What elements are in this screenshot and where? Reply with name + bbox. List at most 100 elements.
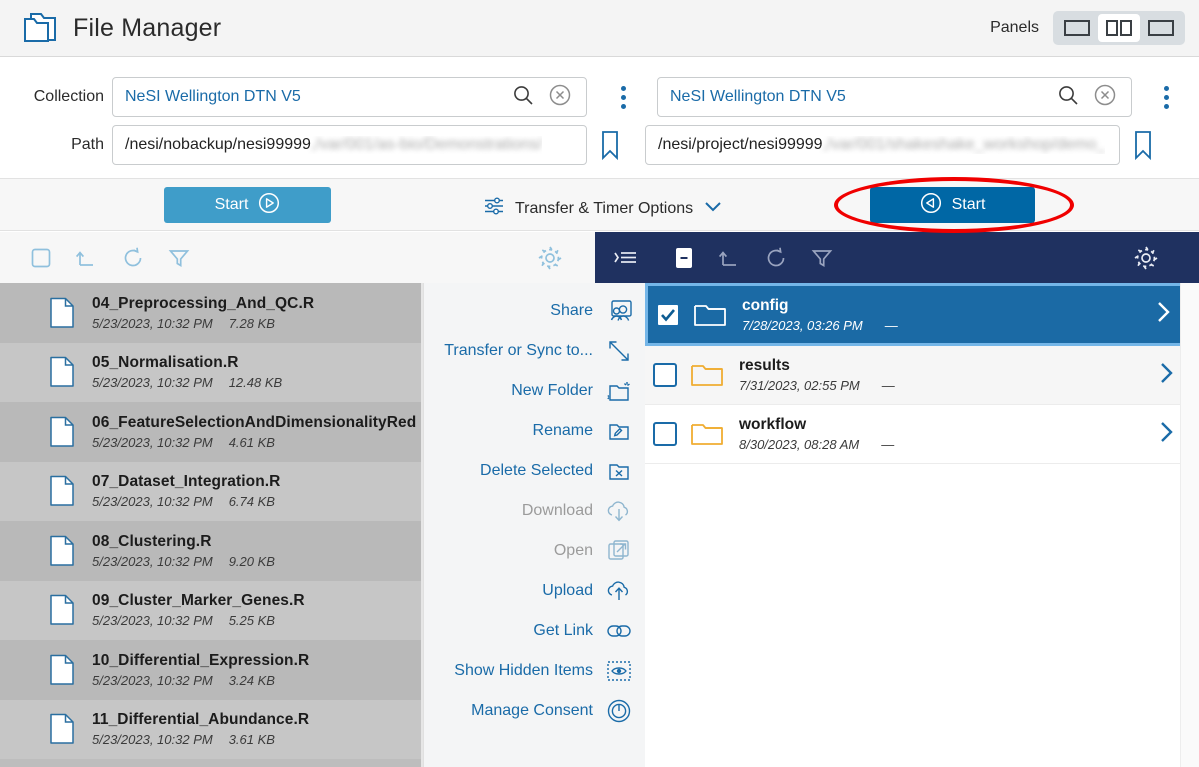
menu-item-get-link[interactable]: Get Link [424, 611, 645, 651]
play-circle-left-icon [920, 192, 942, 219]
left-filter-button[interactable] [156, 246, 202, 270]
right-path-redacted: ,/var/001/shakeshake_workshop/demo_ [823, 136, 1106, 153]
row-checkbox[interactable] [653, 363, 677, 387]
folder-icon [17, 8, 61, 48]
chevron-down-icon [703, 199, 723, 218]
left-refresh-button[interactable] [110, 246, 156, 270]
menu-item-open: Open [424, 531, 645, 571]
table-row[interactable]: 08_Clustering.R5/23/2023, 10:32 PM9.20 K… [0, 521, 421, 581]
table-row[interactable]: 05_Normalisation.R5/23/2023, 10:32 PM12.… [0, 343, 421, 403]
page-title: File Manager [73, 14, 221, 43]
menu-item-rename[interactable]: Rename [424, 411, 645, 451]
list-item[interactable]: results7/31/2023, 02:55 PM— [645, 346, 1199, 405]
row-checkbox[interactable] [653, 422, 677, 446]
menu-item-label: Show Hidden Items [454, 662, 593, 680]
play-circle-icon [258, 192, 280, 219]
item-name: results [739, 357, 790, 374]
right-settings-gear-icon[interactable] [1123, 244, 1169, 272]
link-icon [605, 617, 633, 645]
table-row[interactable]: 06_FeatureSelectionAndDimensionalityRed5… [0, 402, 421, 462]
menu-item-share[interactable]: Share [424, 291, 645, 331]
file-size: 3.24 KB [229, 673, 275, 688]
list-item[interactable]: config7/28/2023, 03:26 PM— [645, 283, 1199, 346]
table-row[interactable]: 11_Differential_Abundance.R5/23/2023, 10… [0, 700, 421, 760]
table-row[interactable]: 04_Preprocessing_And_QC.R5/23/2023, 10:3… [0, 283, 421, 343]
file-icon [44, 475, 80, 507]
right-file-list[interactable]: config7/28/2023, 03:26 PM—results7/31/20… [645, 283, 1199, 767]
left-start-button[interactable]: Start [164, 187, 331, 223]
menu-item-new-folder[interactable]: New Folder [424, 371, 645, 411]
transfer-timer-options-button[interactable]: Transfer & Timer Options [483, 195, 723, 222]
right-filter-button[interactable] [799, 246, 845, 270]
transfer-action-band: Start Transfer & Timer Options S [0, 178, 1199, 231]
menu-item-upload[interactable]: Upload [424, 571, 645, 611]
panel-mode-single-left-button[interactable] [1056, 14, 1098, 42]
left-select-all-checkbox[interactable] [18, 246, 64, 270]
chevron-right-icon[interactable] [1157, 419, 1177, 450]
item-date: 7/28/2023, 03:26 PM [742, 318, 863, 333]
cloud-upload-icon [605, 577, 633, 605]
left-collection-input[interactable]: NeSI Wellington DTN V5 [112, 77, 587, 117]
delete-x-icon [605, 457, 633, 485]
item-date: 8/30/2023, 08:28 AM [739, 437, 859, 452]
file-date: 5/23/2023, 10:32 PM [92, 554, 213, 569]
right-start-button[interactable]: Start [870, 187, 1035, 223]
table-row[interactable]: 10_Differential_Expression.R5/23/2023, 1… [0, 640, 421, 700]
panel-mode-single-right-button[interactable] [1140, 14, 1182, 42]
transfer-timer-options-label: Transfer & Timer Options [515, 200, 693, 218]
folder-icon [690, 301, 730, 329]
right-list-scrollbar[interactable] [1180, 283, 1199, 767]
menu-item-label: New Folder [511, 382, 593, 400]
left-bookmark-icon[interactable] [597, 129, 623, 161]
panels-toggle-group [1053, 11, 1185, 45]
file-size: 6.74 KB [229, 494, 275, 509]
right-up-directory-button[interactable] [707, 246, 753, 270]
menu-item-label: Open [554, 542, 593, 560]
left-settings-gear-icon[interactable] [527, 244, 573, 272]
chevron-right-icon[interactable] [1157, 360, 1177, 391]
left-collection-value: NeSI Wellington DTN V5 [113, 88, 301, 106]
menu-item-label: Manage Consent [471, 702, 593, 720]
right-refresh-button[interactable] [753, 246, 799, 270]
power-icon [605, 697, 633, 725]
file-icon [44, 654, 80, 686]
left-panel-toolbar [0, 232, 595, 283]
item-size: — [885, 318, 898, 333]
chevron-right-icon[interactable] [1154, 299, 1174, 330]
left-path-input[interactable]: /nesi/nobackup/nesi99999,/var/001/as-bio… [112, 125, 587, 165]
menu-item-label: Get Link [533, 622, 593, 640]
panel-mode-two-panel-button[interactable] [1098, 14, 1140, 42]
right-collapse-list-button[interactable] [603, 246, 649, 270]
list-item[interactable]: workflow8/30/2023, 08:28 AM— [645, 405, 1199, 464]
clear-circle-icon[interactable] [1093, 83, 1117, 112]
clear-circle-icon[interactable] [548, 83, 572, 112]
file-size: 7.28 KB [229, 316, 275, 331]
left-path-redacted: ,/var/001/as-bio/Demonstrations/ [311, 136, 542, 153]
file-date: 5/23/2023, 10:32 PM [92, 375, 213, 390]
right-panel-kebab-menu[interactable] [1154, 86, 1178, 109]
table-row[interactable]: 07_Dataset_Integration.R5/23/2023, 10:32… [0, 462, 421, 522]
right-select-indeterminate-checkbox[interactable] [661, 245, 707, 271]
menu-item-manage-consent[interactable]: Manage Consent [424, 691, 645, 731]
file-date: 5/23/2023, 10:32 PM [92, 494, 213, 509]
menu-item-delete-selected[interactable]: Delete Selected [424, 451, 645, 491]
left-panel-kebab-menu[interactable] [611, 86, 635, 109]
left-file-list[interactable]: 04_Preprocessing_And_QC.R 5/23/2023, 10:3… [0, 283, 421, 767]
open-external-icon [605, 537, 633, 565]
table-row[interactable]: 09_Cluster_Marker_Genes.R5/23/2023, 10:3… [0, 581, 421, 641]
menu-item-transfer-or-sync-to[interactable]: Transfer or Sync to... [424, 331, 645, 371]
right-path-input[interactable]: /nesi/project/nesi99999,/var/001/shakesh… [645, 125, 1120, 165]
row-checkbox[interactable] [656, 303, 680, 327]
file-size: 4.61 KB [229, 435, 275, 450]
file-name: 04_Preprocessing_And_QC.R [92, 295, 314, 312]
search-icon[interactable] [1057, 84, 1079, 111]
file-icon [44, 594, 80, 626]
right-start-label: Start [952, 196, 986, 214]
left-up-directory-button[interactable] [64, 246, 110, 270]
menu-item-label: Upload [542, 582, 593, 600]
right-bookmark-icon[interactable] [1130, 129, 1156, 161]
context-menu[interactable]: ShareTransfer or Sync to... New Folder Ren… [423, 283, 645, 767]
search-icon[interactable] [512, 84, 534, 111]
right-collection-input[interactable]: NeSI Wellington DTN V5 [657, 77, 1132, 117]
menu-item-show-hidden-items[interactable]: Show Hidden Items [424, 651, 645, 691]
